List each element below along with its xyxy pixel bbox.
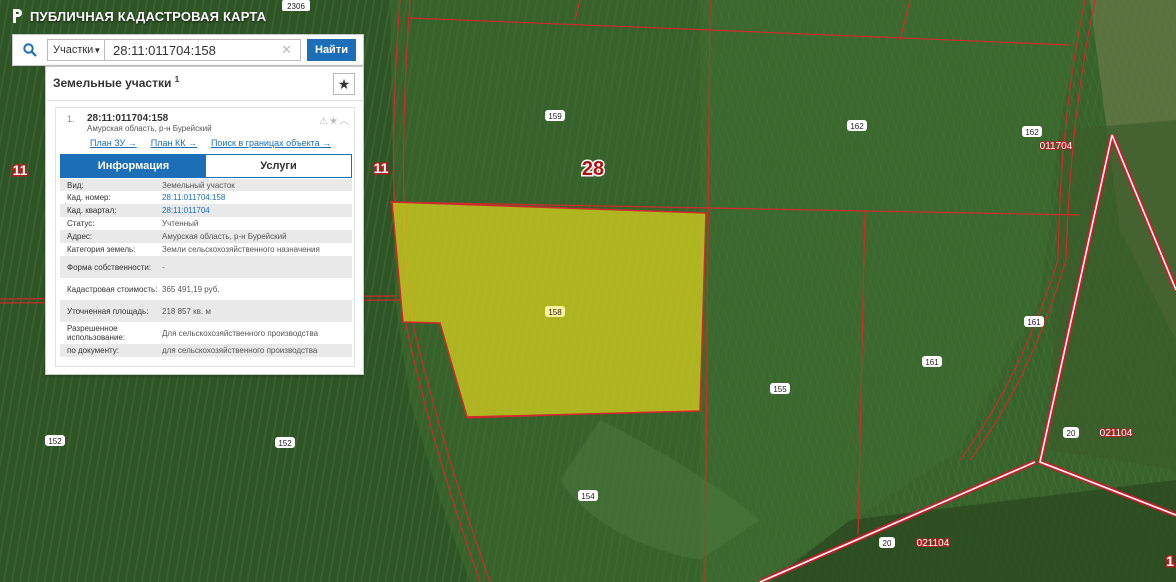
tab-services[interactable]: Услуги xyxy=(206,155,351,177)
search-input-value: 28:11:011704:158 xyxy=(113,42,216,58)
info-row: Категория земель: Земли сельскохозяйствен… xyxy=(60,243,352,256)
info-row-label: Адрес: xyxy=(67,232,93,241)
plot-label-152a: 152 xyxy=(48,437,62,446)
info-row-label: Уточненная площадь: xyxy=(67,306,149,316)
district-label-11-left: 11 xyxy=(13,162,28,178)
plot-label-154: 154 xyxy=(581,492,595,501)
app-title: ПУБЛИЧНАЯ КАДАСТРОВАЯ КАРТА xyxy=(10,6,266,26)
map-label-20a: 20 xyxy=(1067,429,1076,438)
panel-title-text: Земельные участки xyxy=(53,76,172,90)
info-row-value: для сельскохозяйственного производства xyxy=(162,346,318,355)
plot-label-161b: 161 xyxy=(925,358,939,367)
info-row-value: 365 491,19 руб. xyxy=(162,284,220,294)
info-row-value: Земли сельскохозяйственного назначения xyxy=(162,245,320,254)
logo-icon xyxy=(13,9,22,23)
info-row-value: - xyxy=(162,262,165,272)
clear-icon[interactable]: ✕ xyxy=(281,42,292,58)
result-card: 1. 28:11:011704:158 Амурская область, р-… xyxy=(55,107,355,367)
search-icon[interactable] xyxy=(13,35,47,65)
search-in-bounds-link[interactable]: Поиск в границах объекта → xyxy=(211,138,331,148)
search-type-select[interactable]: Участки ▼ xyxy=(47,39,105,61)
star-outline-icon[interactable]: ★ xyxy=(329,116,339,127)
card-tabs: Информация Услуги xyxy=(60,154,352,178)
results-panel: Земельные участки 1 ★ 1. 28:11:011704:15… xyxy=(45,66,364,375)
info-row-label: Кадастровая стоимость: xyxy=(67,284,158,294)
info-row: Вид: Земельный участок xyxy=(60,179,352,191)
quarter-label-011704: 011704 xyxy=(1040,141,1073,152)
result-count: 1 xyxy=(174,75,180,84)
info-row-label: Разрешенное использование: xyxy=(67,324,126,342)
info-row-label: Вид: xyxy=(67,180,84,190)
warning-icon[interactable]: ⚠ xyxy=(319,116,329,127)
info-row-value[interactable]: 28:11:011704:158 xyxy=(162,193,352,202)
quarter-label-021104a: 021104 xyxy=(1100,428,1133,439)
info-row: по документу: для сельскохозяйственного п… xyxy=(60,344,352,357)
chevron-up-icon[interactable]: ︿ xyxy=(339,116,350,127)
plot-label-162b: 162 xyxy=(1025,128,1039,137)
star-icon: ★ xyxy=(337,75,351,92)
result-address: Амурская область, р-н Бурейский xyxy=(87,124,212,133)
district-label-11-mid: 11 xyxy=(374,160,389,176)
info-row: Уточненная площадь: 218 857 кв. м xyxy=(60,300,352,322)
plot-label-161a: 161 xyxy=(1027,318,1041,327)
search-input[interactable]: 28:11:011704:158 ✕ xyxy=(105,39,301,61)
panel-header: Земельные участки 1 ★ xyxy=(46,67,363,101)
plan-zu-link[interactable]: План ЗУ → xyxy=(90,138,137,148)
info-row-value: Учтенный xyxy=(162,219,199,228)
info-row: Форма собственности: - xyxy=(60,256,352,278)
info-row-value: 218 857 кв. м xyxy=(162,306,211,316)
info-row: Кад. номер: 28:11:011704:158 xyxy=(60,191,352,204)
info-row: Разрешенное использование: Для сельскохоз… xyxy=(60,322,352,344)
info-row-label: Форма собственности: xyxy=(67,262,152,272)
plan-kk-link[interactable]: План КК → xyxy=(151,138,197,148)
info-row-value: Земельный участок xyxy=(162,180,235,190)
info-row-label: Статус: xyxy=(67,219,95,228)
info-row-value: Для сельскохозяйственного производства xyxy=(162,328,319,338)
info-row: Статус: Учтенный xyxy=(60,217,352,230)
favorite-button[interactable]: ★ xyxy=(333,73,355,95)
info-row-value: Амурская область, р-н Бурейский xyxy=(162,232,287,241)
plot-label-162a: 162 xyxy=(850,122,864,131)
edge-label-1: 1 xyxy=(1166,553,1174,569)
tab-information[interactable]: Информация xyxy=(61,155,206,177)
result-cad-number[interactable]: 28:11:011704:158 xyxy=(87,113,168,124)
card-actions: ⚠★︿ xyxy=(319,112,350,127)
map-label-20b: 20 xyxy=(883,539,892,548)
info-row-label: Кад. номер: xyxy=(67,193,111,202)
find-button[interactable]: Найти xyxy=(307,39,356,61)
plot-label-159: 159 xyxy=(548,112,562,121)
plot-label-155: 155 xyxy=(773,385,787,394)
result-number: 1. xyxy=(67,114,75,124)
info-row: Адрес: Амурская область, р-н Бурейский xyxy=(60,230,352,243)
panel-title: Земельные участки 1 xyxy=(53,75,179,90)
quarter-label-021104b: 021104 xyxy=(917,538,950,549)
plot-label-158: 158 xyxy=(548,308,562,317)
info-row-label: Категория земель: xyxy=(67,245,136,254)
info-row-value[interactable]: 28:11:011704 xyxy=(162,206,352,215)
search-type-label: Участки xyxy=(53,44,94,56)
info-row-label: Кад. квартал: xyxy=(67,206,117,215)
plot-label-152b: 152 xyxy=(278,439,292,448)
card-links: План ЗУ → План КК → Поиск в границах объ… xyxy=(90,138,331,148)
map-label-2306: 2306 xyxy=(287,2,305,11)
info-table: Вид: Земельный участок Кад. номер: 28:11:01… xyxy=(60,179,352,357)
info-row: Кадастровая стоимость: 365 491,19 руб. xyxy=(60,278,352,300)
search-bar: Участки ▼ 28:11:011704:158 ✕ Найти xyxy=(12,34,364,66)
district-label-28: 28 xyxy=(582,158,604,180)
info-row-label: по документу: xyxy=(67,346,119,355)
chevron-down-icon: ▼ xyxy=(93,45,102,55)
info-row: Кад. квартал: 28:11:011704 xyxy=(60,204,352,217)
app-title-text: ПУБЛИЧНАЯ КАДАСТРОВАЯ КАРТА xyxy=(30,8,267,24)
